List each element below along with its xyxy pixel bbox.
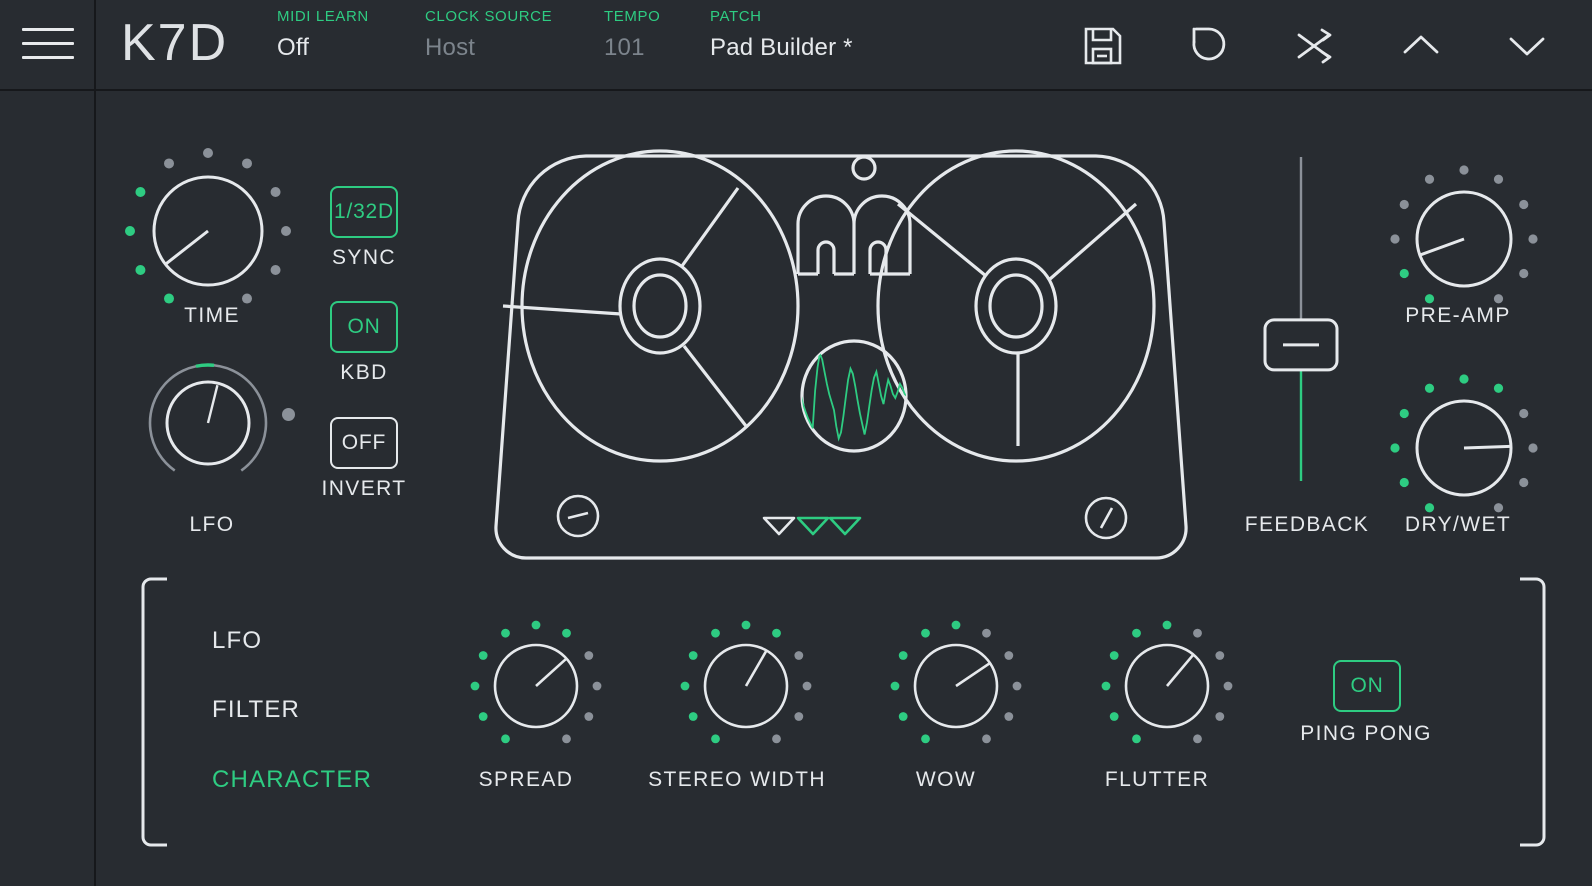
tempo-field[interactable]: TEMPO 101 (604, 8, 660, 62)
feedback-slider[interactable] (1251, 151, 1351, 541)
brand-title: K7D (121, 14, 229, 72)
tempo-value[interactable]: 101 (604, 34, 660, 62)
hamburger-line (22, 56, 74, 59)
wow-knob[interactable] (888, 618, 1024, 754)
spread-knob[interactable] (468, 618, 604, 754)
midi-learn-field[interactable]: MIDI LEARN Off (277, 8, 369, 62)
sync-label: SYNC (332, 246, 396, 269)
undo-icon[interactable] (1183, 20, 1235, 72)
pre-amp-knob[interactable] (1384, 159, 1544, 319)
midi-learn-label: MIDI LEARN (277, 8, 369, 25)
clock-source-label: CLOCK SOURCE (425, 8, 553, 25)
clock-source-value[interactable]: Host (425, 34, 552, 62)
ping-pong-label: PING PONG (1300, 722, 1432, 745)
invert-toggle[interactable]: OFF (330, 417, 398, 469)
spread-label: SPREAD (478, 768, 574, 791)
lfo-knob-label: LFO (189, 513, 235, 536)
midi-learn-value[interactable]: Off (277, 34, 369, 62)
bottom-bracket-left (141, 577, 171, 852)
patch-value[interactable]: Pad Builder * (710, 34, 853, 62)
ping-pong-toggle[interactable]: ON (1333, 660, 1401, 712)
hamburger-line (22, 42, 74, 45)
main-panel: TIME LFO 1/32D SYNC ON KBD OFF INVERT FE… (96, 91, 1592, 886)
time-knob-label: TIME (184, 304, 240, 327)
hamburger-line (22, 28, 74, 31)
invert-label: INVERT (321, 477, 407, 500)
save-icon[interactable] (1077, 20, 1129, 72)
stereo-width-label: STEREO WIDTH (648, 768, 826, 791)
wow-label: WOW (915, 768, 977, 791)
tape-deck-graphic (446, 146, 1236, 601)
sync-toggle[interactable]: 1/32D (330, 186, 398, 238)
header-bar: K7D MIDI LEARN Off CLOCK SOURCE Host TEM… (0, 0, 1592, 91)
feedback-label: FEEDBACK (1244, 513, 1370, 536)
plugin-window: K7D MIDI LEARN Off CLOCK SOURCE Host TEM… (0, 0, 1592, 886)
mode-item-character[interactable]: CHARACTER (212, 766, 372, 794)
time-knob[interactable] (118, 141, 298, 321)
preset-prev-icon[interactable] (1395, 20, 1447, 72)
lfo-knob[interactable] (141, 356, 275, 490)
mode-item-filter[interactable]: FILTER (212, 696, 300, 724)
flutter-knob[interactable] (1099, 618, 1235, 754)
patch-field[interactable]: PATCH Pad Builder * (710, 8, 853, 62)
mode-item-lfo[interactable]: LFO (212, 627, 262, 655)
kbd-label: KBD (340, 361, 388, 384)
menu-icon[interactable] (22, 24, 74, 66)
bottom-bracket-right (1516, 577, 1546, 852)
tempo-label: TEMPO (604, 8, 661, 25)
stereo-width-knob[interactable] (678, 618, 814, 754)
flutter-label: FLUTTER (1104, 768, 1210, 791)
pre-amp-label: PRE-AMP (1405, 304, 1511, 327)
randomize-icon[interactable] (1289, 20, 1341, 72)
dry-wet-knob[interactable] (1384, 368, 1544, 528)
kbd-toggle[interactable]: ON (330, 301, 398, 353)
clock-source-field[interactable]: CLOCK SOURCE Host (425, 8, 552, 62)
preset-next-icon[interactable] (1501, 20, 1553, 72)
dry-wet-label: DRY/WET (1404, 513, 1512, 536)
time-mod-indicator-dot (282, 408, 295, 421)
patch-label: PATCH (710, 8, 762, 25)
